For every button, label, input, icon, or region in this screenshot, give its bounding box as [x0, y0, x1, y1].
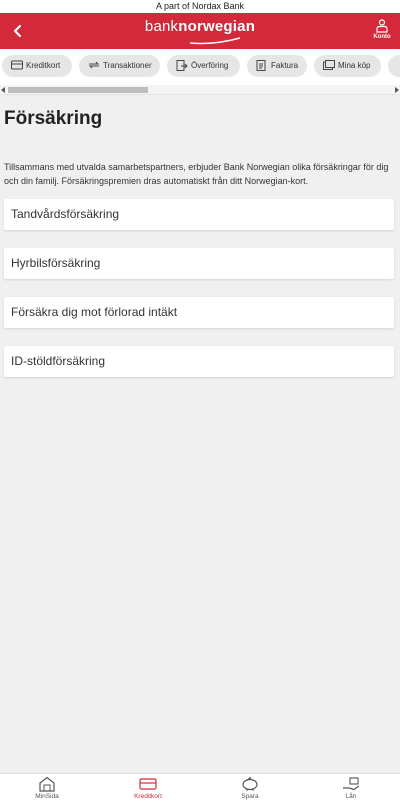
tab-more[interactable]	[388, 55, 400, 77]
scroll-right-icon[interactable]	[395, 87, 399, 93]
credit-card-icon	[11, 60, 23, 70]
logo-swoosh-icon	[189, 37, 241, 45]
logo-text-light: bank	[144, 18, 179, 35]
tab-label: Mina köp	[338, 61, 371, 70]
tab-kreditkort[interactable]: Kreditkort	[2, 55, 72, 77]
tab-faktura[interactable]: Faktura	[247, 55, 307, 77]
horizontal-scrollbar[interactable]	[0, 85, 400, 95]
insurance-item-car-rental[interactable]: Hyrbilsförsäkring	[4, 248, 394, 279]
tab-label: Överföring	[191, 61, 229, 70]
insurance-item-income-protection[interactable]: Försäkra dig mot förlorad intäkt	[4, 297, 394, 328]
nav-label: Kreditkort	[134, 793, 162, 800]
nav-item-kreditkort[interactable]: Kreditkort	[118, 776, 178, 800]
tab-overforing[interactable]: Överföring	[167, 55, 240, 77]
bank-norwegian-logo: banknorwegian	[0, 18, 400, 45]
credit-card-icon	[139, 778, 157, 790]
scroll-left-icon[interactable]	[1, 87, 5, 93]
nav-label: Spara	[241, 793, 259, 800]
logo-text-bold: norwegian	[178, 18, 256, 35]
transfer-arrows-icon	[88, 61, 100, 69]
app-header: banknorwegian Konto	[0, 13, 400, 49]
nav-item-minsida[interactable]: MinSida	[17, 776, 77, 800]
main-content: Försäkring Tillsammans med utvalda samar…	[0, 108, 400, 377]
intro-text: Tillsammans med utvalda samarbetspartner…	[4, 162, 389, 186]
insurance-item-id-theft[interactable]: ID-stöldförsäkring	[4, 346, 394, 377]
scrollbar-thumb[interactable]	[8, 87, 148, 93]
home-icon	[39, 776, 55, 792]
piggy-bank-icon	[242, 776, 258, 791]
tab-label: Kreditkort	[26, 61, 61, 70]
document-transfer-icon	[176, 60, 188, 71]
nav-label: Lån	[345, 793, 357, 800]
page-title: Försäkring	[4, 108, 103, 129]
tab-label: Faktura	[271, 61, 299, 70]
loan-hand-icon	[343, 777, 360, 791]
quick-nav-tabs: Kreditkort Transaktioner Överföring Fakt…	[0, 49, 400, 85]
nav-item-spara[interactable]: Spara	[220, 776, 280, 800]
nav-item-lan[interactable]: Lån	[321, 776, 381, 800]
account-label: Konto	[373, 34, 391, 40]
invoice-icon	[256, 60, 266, 71]
nav-label: MinSida	[35, 793, 59, 800]
account-button[interactable]: Konto	[371, 19, 393, 40]
insurance-item-dental[interactable]: Tandvårdsförsäkring	[4, 199, 394, 230]
tab-transaktioner[interactable]: Transaktioner	[79, 55, 160, 77]
user-icon	[376, 19, 388, 33]
bottom-navigation: MinSida Kreditkort Spara Lån	[0, 773, 400, 806]
top-notice: A part of Nordax Bank	[0, 0, 400, 13]
purchases-icon	[323, 60, 335, 70]
tab-label: Transaktioner	[103, 61, 152, 70]
tab-mina-kop[interactable]: Mina köp	[314, 55, 381, 77]
